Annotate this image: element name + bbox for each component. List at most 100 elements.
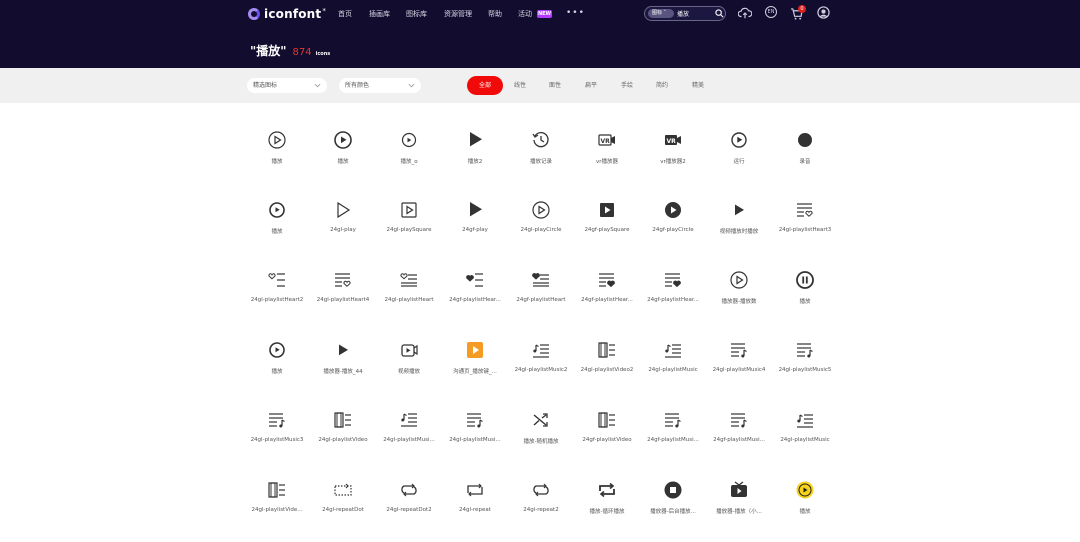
search-input[interactable] [677,8,713,19]
icon-card[interactable]: 24gl-playSquare [376,192,442,262]
play-triangle-small-icon [729,200,749,220]
icon-label: 24gl-repeatDot2 [386,507,432,513]
icon-card[interactable]: 24gl-playlistHeart4 [310,262,376,332]
nav-resources[interactable]: 资源管理 [444,9,472,19]
more-menu[interactable]: ••• [566,8,585,18]
icon-card[interactable]: 播放-循环播放 [574,472,640,542]
icon-card[interactable]: 24gl-repeat [442,472,508,542]
brand-logo[interactable]: iconfont * [248,6,326,22]
search-icon[interactable] [715,9,724,18]
icon-card[interactable]: 视频播放 [376,332,442,402]
icon-label: 24gl-playlistMusic [780,437,830,443]
chip-fill[interactable]: 面性 [549,80,561,89]
chip-line[interactable]: 线性 [514,80,526,89]
icon-card[interactable]: 播放器-播放_44 [310,332,376,402]
icon-card[interactable]: 播放-随机播放 [508,402,574,472]
icon-card[interactable]: 播放_o [376,122,442,192]
icon-card[interactable]: 播放器-播放（小... [706,472,772,542]
icon-card[interactable]: 24gl-repeat2 [508,472,574,542]
result-unit: icons [315,51,331,57]
repeat-bold-icon [597,480,617,500]
nav-help[interactable]: 帮助 [488,9,502,19]
icon-card[interactable]: 24gl-playlistMusic3 [244,402,310,472]
icon-card[interactable]: 运行 [706,122,772,192]
icon-card[interactable]: 24gl-playlistVide... [244,472,310,542]
icon-card[interactable]: 24gl-repeatDot2 [376,472,442,542]
nav-icon-library[interactable]: 图标库 [406,9,427,19]
color-select[interactable]: 所有颜色 [339,78,421,93]
icon-card[interactable]: 24gl-playlistHeart [376,262,442,332]
icon-card[interactable]: 24gl-playlistMusi... [376,402,442,472]
icon-card[interactable]: 播放 [310,122,376,192]
icon-card[interactable]: 播放 [244,122,310,192]
icon-card[interactable]: VR vr播放器 [574,122,640,192]
icon-card[interactable]: 24gf-play [442,192,508,262]
icon-card[interactable]: 24gl-playlistMusi... [442,402,508,472]
chip-exquisite[interactable]: 精美 [692,80,704,89]
icon-card[interactable]: 沟通页_播放键_... [442,332,508,402]
icon-label: 播放-随机播放 [523,439,559,445]
icon-label: 播放 [271,159,283,165]
icon-label: 24gl-playlistHeart3 [778,227,832,233]
icon-card[interactable]: 24gl-playlistVideo2 [574,332,640,402]
icon-card[interactable]: 24gl-playlistHeart3 [772,192,838,262]
user-avatar-icon[interactable] [817,6,830,19]
icon-card[interactable]: 24gl-playlistMusic2 [508,332,574,402]
icon-card[interactable]: 24gf-playlistVideo [574,402,640,472]
icon-card[interactable]: 24gf-playlistHear... [574,262,640,332]
chip-flat[interactable]: 扁平 [585,80,597,89]
icon-card[interactable]: 24gf-playlistHeart [508,262,574,332]
playlist-music-right-icon [729,410,749,430]
vr-player-outline-icon: VR [597,130,617,150]
icon-card[interactable]: VR vr播放器2 [640,122,706,192]
stop-circle-icon [663,480,683,500]
icon-card[interactable]: 24gl-play [310,192,376,262]
style-select[interactable]: 精选图标 [247,78,327,93]
language-switch[interactable]: EN [765,6,777,18]
icon-card[interactable]: 24gl-playCircle [508,192,574,262]
cart-count-badge: 0 [798,5,806,13]
chip-all[interactable]: 全部 [467,76,503,95]
icon-label: 播放_o [400,159,418,165]
play-triangle-solid-icon [465,130,485,150]
search-scope-select[interactable]: 图标 ˅ [648,9,674,18]
playlist-heart-right-solid-icon [663,270,683,290]
icon-card[interactable]: 24gf-playlistMusi... [706,402,772,472]
icon-card[interactable]: 播放 [772,262,838,332]
icon-card[interactable]: 24gf-playlistMusi... [640,402,706,472]
icon-card[interactable]: 24gl-playlistMusic [640,332,706,402]
icon-card[interactable]: 视频播放时播放 [706,192,772,262]
icon-card[interactable]: 播放 [244,192,310,262]
icon-label: 视频播放时播放 [719,229,759,235]
upload-cloud-icon[interactable] [738,6,752,20]
nav-events[interactable]: 活动 [518,9,532,19]
icon-card[interactable]: 24gl-playlistVideo [310,402,376,472]
playlist-video-icon [597,410,617,430]
icon-card[interactable]: 播放 [772,472,838,542]
icon-card[interactable]: 播放 [244,332,310,402]
icon-label: 24gf-play [462,227,488,233]
logo-mark-icon [248,8,260,20]
icon-card[interactable]: 录音 [772,122,838,192]
icon-card[interactable]: 24gl-playlistMusic4 [706,332,772,402]
icon-card[interactable]: 播放2 [442,122,508,192]
icon-card[interactable]: 播放器-后台播放... [640,472,706,542]
icon-card[interactable]: 24gl-playlistHeart2 [244,262,310,332]
playlist-video-icon [597,340,617,360]
icon-card[interactable]: 24gl-repeatDot [310,472,376,542]
icon-card[interactable]: 24gf-playlistHear... [640,262,706,332]
icon-card[interactable]: 24gl-playlistMusic [772,402,838,472]
icon-card[interactable]: 24gf-playlistHear... [442,262,508,332]
icon-card[interactable]: 24gf-playCircle [640,192,706,262]
chevron-down-icon [314,83,321,88]
nav-home[interactable]: 首页 [338,9,352,19]
chip-hand-drawn[interactable]: 手绘 [621,80,633,89]
play-triangle-small-icon [333,340,353,360]
icon-card[interactable]: 24gf-playSquare [574,192,640,262]
icon-card[interactable]: 播放器-播放数 [706,262,772,332]
chip-simple[interactable]: 简约 [656,80,668,89]
nav-illustrations[interactable]: 插画库 [369,9,390,19]
icon-card[interactable]: 播放记录 [508,122,574,192]
icon-label: 24gl-repeatDot [322,507,364,513]
icon-card[interactable]: 24gl-playlistMusic5 [772,332,838,402]
